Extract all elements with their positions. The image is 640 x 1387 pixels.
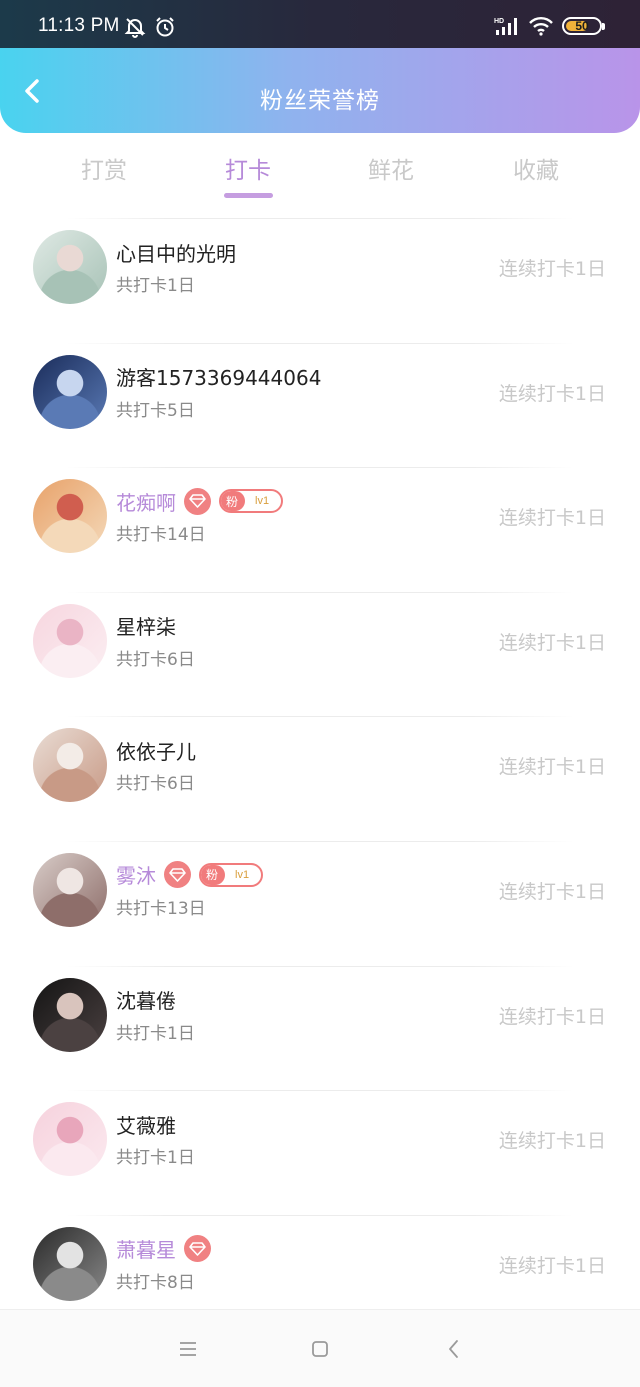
total-checkins: 共打卡6日 bbox=[116, 774, 195, 795]
total-checkins: 共打卡5日 bbox=[116, 400, 195, 421]
status-bar: 11:13 PM HD 50 bbox=[0, 0, 640, 48]
tab-bar: 打赏 打卡 鲜花 收藏 bbox=[0, 133, 640, 205]
streak-label: 连续打卡1日 bbox=[498, 507, 606, 530]
streak-label: 连续打卡1日 bbox=[498, 631, 606, 654]
battery-level: 50 bbox=[575, 19, 589, 33]
page-title: 粉丝荣誉榜 bbox=[260, 88, 380, 114]
fan-badge-level: lv1 bbox=[235, 868, 250, 881]
avatar[interactable] bbox=[33, 977, 107, 1052]
fan-name: 游客1573369444064 bbox=[116, 366, 322, 391]
streak-label: 连续打卡1日 bbox=[498, 756, 606, 779]
fan-name: 依依子儿 bbox=[116, 739, 196, 764]
streak-label: 连续打卡1日 bbox=[498, 1254, 606, 1277]
row-divider bbox=[66, 1214, 574, 1216]
avatar[interactable] bbox=[33, 603, 107, 678]
fan-badge-label: 粉 bbox=[201, 864, 226, 885]
fan-row[interactable]: 雾沐 粉 lv1 共打卡13日 连续打卡1日 bbox=[0, 839, 640, 964]
fan-level-badge: 粉 lv1 bbox=[199, 862, 264, 887]
alarm-clock-icon bbox=[156, 17, 174, 37]
total-checkins: 共打卡1日 bbox=[116, 276, 195, 296]
fan-row[interactable]: 依依子儿共打卡6日 连续打卡1日 bbox=[0, 714, 640, 839]
row-divider bbox=[66, 1090, 574, 1092]
row-divider bbox=[66, 716, 574, 718]
fan-name: 雾沐 bbox=[116, 864, 156, 889]
avatar[interactable] bbox=[33, 230, 107, 304]
fan-row[interactable]: 心目中的光明共打卡1日 连续打卡1日 bbox=[0, 216, 640, 341]
diamond-badge-icon bbox=[164, 861, 191, 889]
fan-badge-level: lv1 bbox=[255, 495, 270, 508]
wifi-icon bbox=[529, 17, 553, 36]
fan-name: 艾薇雅 bbox=[116, 1113, 176, 1138]
fan-row[interactable]: 沈暮倦共打卡1日 连续打卡1日 bbox=[0, 964, 640, 1089]
fan-row[interactable]: 星梓柒共打卡6日 连续打卡1日 bbox=[0, 590, 640, 715]
tab-tips[interactable]: 打赏 bbox=[54, 151, 154, 185]
fan-name: 花痴啊 bbox=[116, 490, 176, 515]
total-checkins: 共打卡8日 bbox=[116, 1272, 195, 1293]
diamond-badge-icon bbox=[184, 487, 211, 515]
streak-label: 连续打卡1日 bbox=[498, 880, 606, 903]
fan-list: 心目中的光明 共打卡1日 连续打卡1日 游客1573369444064 共打卡5日 连续打… bbox=[0, 216, 640, 1337]
streak-label: 连续打卡1日 bbox=[498, 1005, 606, 1028]
total-checkins: 共打卡1日 bbox=[116, 1023, 195, 1044]
active-tab-indicator bbox=[224, 193, 273, 198]
row-divider bbox=[66, 840, 574, 842]
back-triangle-icon[interactable] bbox=[442, 1337, 466, 1361]
status-time: 11:13 PM bbox=[38, 15, 120, 36]
row-divider bbox=[66, 342, 574, 344]
system-nav-bar bbox=[0, 1309, 640, 1387]
fan-level-badge: 粉 lv1 bbox=[219, 489, 284, 514]
total-checkins: 共打卡6日 bbox=[116, 649, 195, 670]
total-checkins: 共打卡1日 bbox=[116, 1148, 195, 1169]
avatar[interactable] bbox=[33, 1226, 107, 1301]
avatar[interactable] bbox=[33, 852, 107, 927]
diamond-badge-icon bbox=[184, 1235, 211, 1263]
mute-bell-icon bbox=[124, 18, 146, 38]
row-divider bbox=[66, 965, 574, 967]
battery-icon: 50 bbox=[562, 17, 605, 35]
avatar[interactable] bbox=[33, 354, 107, 429]
streak-label: 连续打卡1日 bbox=[498, 382, 606, 405]
total-checkins: 共打卡14日 bbox=[116, 525, 206, 546]
streak-label: 连续打卡1日 bbox=[498, 1130, 606, 1153]
fan-row[interactable]: 艾薇雅共打卡1日 连续打卡1日 bbox=[0, 1088, 640, 1213]
header: 11:13 PM HD 50 粉丝荣誉榜 bbox=[0, 0, 640, 133]
avatar[interactable] bbox=[33, 728, 107, 803]
row-divider bbox=[66, 218, 574, 219]
fan-name: 萧暮星 bbox=[116, 1238, 176, 1263]
tab-flowers[interactable]: 鲜花 bbox=[341, 151, 441, 185]
tab-checkin[interactable]: 打卡 bbox=[198, 151, 298, 185]
fan-row[interactable]: 花痴啊 粉 lv1 共打卡14日 连续打卡1日 bbox=[0, 465, 640, 590]
signal-icon: HD bbox=[494, 18, 517, 35]
fan-name: 星梓柒 bbox=[116, 615, 176, 640]
streak-label: 连续打卡1日 bbox=[498, 258, 606, 280]
row-divider bbox=[66, 467, 574, 469]
title-bar: 粉丝荣誉榜 bbox=[0, 48, 640, 133]
fan-row[interactable]: 游客1573369444064 共打卡5日 连续打卡1日 bbox=[0, 341, 640, 466]
row-divider bbox=[66, 591, 574, 593]
menu-icon[interactable] bbox=[176, 1337, 200, 1361]
home-square-icon[interactable] bbox=[308, 1337, 332, 1361]
tab-favorites[interactable]: 收藏 bbox=[486, 151, 586, 185]
svg-text:HD: HD bbox=[494, 18, 504, 25]
avatar[interactable] bbox=[33, 479, 107, 554]
avatar[interactable] bbox=[33, 1102, 107, 1177]
total-checkins: 共打卡13日 bbox=[116, 898, 206, 919]
fan-name: 心目中的光明 bbox=[116, 241, 236, 266]
fan-name: 沈暮倦 bbox=[116, 989, 176, 1014]
fan-badge-label: 粉 bbox=[221, 491, 246, 512]
